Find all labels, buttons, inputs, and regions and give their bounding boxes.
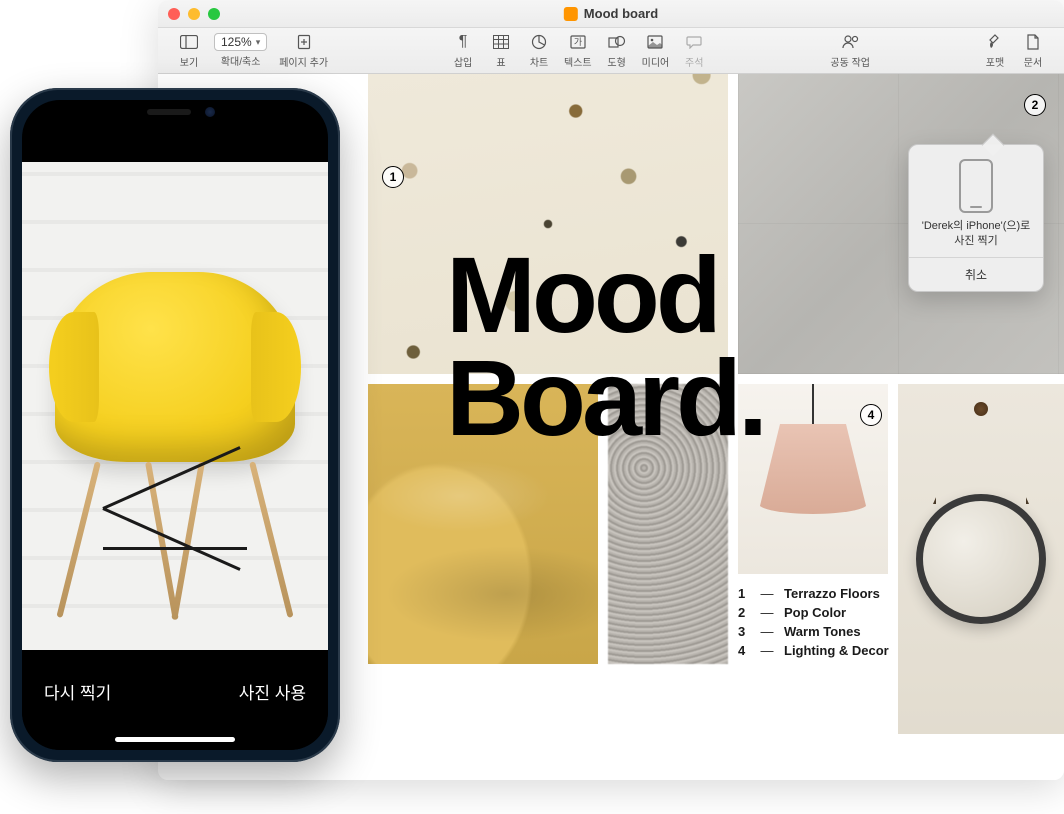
toolbar-view[interactable]: 보기 [170, 32, 208, 69]
close-window-button[interactable] [168, 8, 180, 20]
window-title-text: Mood board [584, 6, 658, 21]
comment-icon [686, 32, 702, 52]
iphone-screen: 다시 찍기 사진 사용 [22, 100, 328, 750]
callout-1[interactable]: 1 [382, 166, 404, 188]
camera-photo-preview[interactable] [22, 162, 328, 652]
minimize-window-button[interactable] [188, 8, 200, 20]
toolbar-text[interactable]: 가 텍스트 [558, 32, 598, 69]
image-mirror[interactable] [898, 384, 1064, 734]
window-title: Mood board [564, 6, 658, 21]
chevron-down-icon: ▾ [256, 37, 261, 48]
window-titlebar[interactable]: Mood board [158, 0, 1064, 28]
collaborate-icon [841, 32, 859, 52]
pages-document-icon [564, 7, 578, 21]
toolbar: 보기 125% ▾ 확대/축소 페이지 추가 ¶ 삽입 표 [158, 28, 1064, 74]
iphone-camera-controls: 다시 찍기 사진 사용 [22, 650, 328, 750]
toolbar-chart[interactable]: 차트 [520, 32, 558, 69]
toolbar-document[interactable]: 문서 [1014, 32, 1052, 69]
text-icon: 가 [570, 32, 586, 52]
media-icon [647, 32, 663, 52]
home-indicator[interactable] [115, 737, 235, 742]
toolbar-insert[interactable]: ¶ 삽입 [444, 32, 482, 69]
callout-2[interactable]: 2 [1024, 94, 1046, 116]
continuity-camera-popover: 'Derek의 iPhone'(으)로 사진 찍기 취소 [908, 144, 1044, 292]
paragraph-icon: ¶ [459, 32, 468, 52]
legend-item: 4 — Lighting & Decor [738, 643, 889, 658]
svg-text:가: 가 [574, 37, 582, 47]
zoom-value: 125% [221, 35, 252, 49]
add-page-icon [296, 32, 312, 52]
format-brush-icon [988, 32, 1002, 52]
popover-message: 'Derek의 iPhone'(으)로 사진 찍기 [909, 219, 1043, 257]
iphone-outline-icon [959, 159, 993, 213]
toolbar-comment[interactable]: 주석 [675, 32, 713, 69]
retake-button[interactable]: 다시 찍기 [44, 679, 111, 704]
iphone-notch [105, 100, 245, 126]
shape-icon [608, 32, 626, 52]
zoom-dropdown[interactable]: 125% ▾ [214, 33, 267, 51]
page-heading[interactable]: Mood Board. [446, 244, 764, 449]
photo-subject-chair [45, 242, 305, 622]
legend-item: 1 — Terrazzo Floors [738, 586, 889, 601]
legend-list[interactable]: 1 — Terrazzo Floors 2 — Pop Color 3 — Wa… [738, 586, 889, 662]
toolbar-table[interactable]: 표 [482, 32, 520, 69]
table-icon [493, 32, 509, 52]
maximize-window-button[interactable] [208, 8, 220, 20]
toolbar-collaborate[interactable]: 공동 작업 [824, 32, 876, 69]
heading-line-2: Board. [446, 347, 764, 450]
iphone-device: 다시 찍기 사진 사용 [10, 88, 340, 762]
document-icon [1027, 32, 1039, 52]
toolbar-add-page[interactable]: 페이지 추가 [273, 32, 334, 69]
toolbar-format[interactable]: 포맷 [976, 32, 1014, 69]
traffic-lights [168, 8, 220, 20]
chart-icon [531, 32, 547, 52]
legend-item: 3 — Warm Tones [738, 624, 889, 639]
toolbar-shape[interactable]: 도형 [598, 32, 636, 69]
heading-line-1: Mood [446, 244, 764, 347]
toolbar-media[interactable]: 미디어 [636, 32, 676, 69]
legend-item: 2 — Pop Color [738, 605, 889, 620]
popover-cancel-button[interactable]: 취소 [909, 257, 1043, 291]
callout-4[interactable]: 4 [860, 404, 882, 426]
use-photo-button[interactable]: 사진 사용 [239, 679, 306, 704]
toolbar-zoom[interactable]: 125% ▾ 확대/축소 [208, 33, 273, 68]
sidebar-icon [180, 32, 198, 52]
